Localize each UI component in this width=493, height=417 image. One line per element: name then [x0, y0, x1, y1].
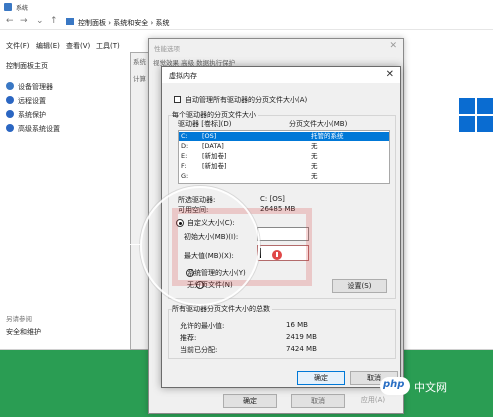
drive-row[interactable]: C: [OS] 托管的系统 [179, 132, 389, 141]
highlight-line [0, 244, 140, 245]
sidebar-item-system-protection[interactable]: 系统保护 [6, 110, 46, 120]
ok-button[interactable]: 确定 [223, 394, 277, 408]
see-also-link-security[interactable]: 安全和维护 [6, 327, 41, 337]
auto-manage-label[interactable]: 自动管理所有驱动器的分页文件大小(A) [185, 95, 307, 105]
breadcrumb-item[interactable]: 系统和安全 [113, 19, 148, 27]
drive-label: [新加卷] [202, 152, 227, 160]
drive-label: [OS] [202, 132, 217, 140]
drive-label: [DATA] [202, 142, 224, 150]
drive-row[interactable]: G: 无 [179, 172, 389, 181]
shield-icon [6, 110, 14, 118]
sidebar-item-label: 高级系统设置 [18, 125, 60, 133]
drive-letter: C: [181, 132, 188, 140]
menu-file[interactable]: 文件(F) [6, 41, 30, 51]
drive-paging-size: 托管的系统 [311, 132, 344, 140]
menu-edit[interactable]: 编辑(E) [36, 41, 60, 51]
drive-paging-size: 无 [311, 152, 318, 160]
drive-row[interactable]: F: [新加卷] 无 [179, 162, 389, 171]
watermark-badge-text: php [383, 379, 405, 390]
sidebar-item-advanced-settings[interactable]: 高级系统设置 [6, 124, 60, 134]
recommended-value: 2419 MB [286, 333, 317, 341]
system-window-title: 系统 [16, 5, 29, 12]
breadcrumb-item[interactable]: 系统 [156, 19, 170, 27]
system-titlebar: 系统 [0, 0, 493, 14]
min-allowed-label: 允许的最小值: [180, 322, 225, 330]
watermark: php 中文网 [380, 376, 490, 398]
breadcrumb-item[interactable]: 控制面板 [78, 19, 106, 27]
device-manager-icon [6, 82, 14, 90]
min-allowed-value: 16 MB [286, 321, 308, 329]
system-properties-tab: 计算 [133, 75, 146, 83]
drive-label: [新加卷] [202, 162, 227, 170]
cancel-button[interactable]: 取消 [291, 394, 345, 408]
ok-button[interactable]: 确定 [297, 371, 345, 385]
recommended-label: 推荐: [180, 334, 197, 342]
shield-icon [6, 96, 14, 104]
chevron-down-icon[interactable]: ⌄ [36, 16, 44, 26]
click-indicator-icon [272, 250, 282, 260]
highlight-circle [140, 186, 260, 306]
breadcrumb: 控制面板 › 系统和安全 › 系统 [78, 18, 170, 28]
shield-icon [6, 124, 14, 132]
currently-allocated-value: 7424 MB [286, 345, 317, 353]
selected-drive-value: C: [OS] [260, 195, 285, 203]
dialog-title: 性能选项 [154, 45, 180, 53]
windows-logo-icon [459, 98, 493, 132]
drive-letter: D: [181, 142, 189, 150]
drive-paging-size: 无 [311, 162, 318, 170]
auto-manage-checkbox[interactable] [174, 96, 181, 103]
see-also-header: 另请参阅 [6, 315, 32, 323]
menu-view[interactable]: 查看(V) [66, 41, 90, 51]
sidebar-item-remote-settings[interactable]: 远程设置 [6, 96, 46, 106]
total-group-title: 所有驱动器分页文件大小的总数 [172, 304, 272, 314]
drive-paging-size: 无 [311, 142, 318, 150]
currently-allocated-label: 当前已分配: [180, 346, 218, 354]
up-arrow-icon[interactable]: ↑ [50, 16, 58, 26]
dialog-title: 虚拟内存 [169, 72, 197, 80]
control-panel-icon [66, 18, 74, 25]
sidebar-header[interactable]: 控制面板主页 [6, 61, 48, 71]
close-icon[interactable]: ✕ [386, 69, 394, 80]
system-properties-tab: 系统 [133, 58, 146, 66]
drive-letter: G: [181, 172, 189, 180]
watermark-text: 中文网 [414, 381, 447, 394]
sidebar-item-label: 系统保护 [18, 111, 46, 119]
column-header-size: 分页文件大小(MB) [289, 120, 348, 128]
drive-row[interactable]: D: [DATA] 无 [179, 142, 389, 151]
sidebar-item-device-manager[interactable]: 设备管理器 [6, 82, 53, 92]
forward-arrow-icon[interactable]: → [20, 16, 28, 26]
column-header-drive: 驱动器 [卷标](D) [178, 120, 232, 128]
drive-letter: F: [181, 162, 187, 170]
drive-paging-size: 无 [311, 172, 318, 180]
address-bar: ← → ⌄ ↑ 控制面板 › 系统和安全 › 系统 [0, 14, 493, 30]
close-icon[interactable]: ✕ [389, 41, 397, 51]
back-arrow-icon[interactable]: ← [6, 16, 14, 26]
set-button[interactable]: 设置(S) [332, 279, 387, 293]
sidebar-item-label: 远程设置 [18, 97, 46, 105]
sidebar-item-label: 设备管理器 [18, 83, 53, 91]
menu-tools[interactable]: 工具(T) [96, 41, 120, 51]
dialog-titlebar: 虚拟内存 ✕ [162, 67, 400, 83]
drive-letter: E: [181, 152, 188, 160]
drive-row[interactable]: E: [新加卷] 无 [179, 152, 389, 161]
system-window-icon [4, 3, 12, 11]
drive-list[interactable]: C: [OS] 托管的系统 D: [DATA] 无 E: [新加卷] 无 F: … [178, 130, 390, 184]
